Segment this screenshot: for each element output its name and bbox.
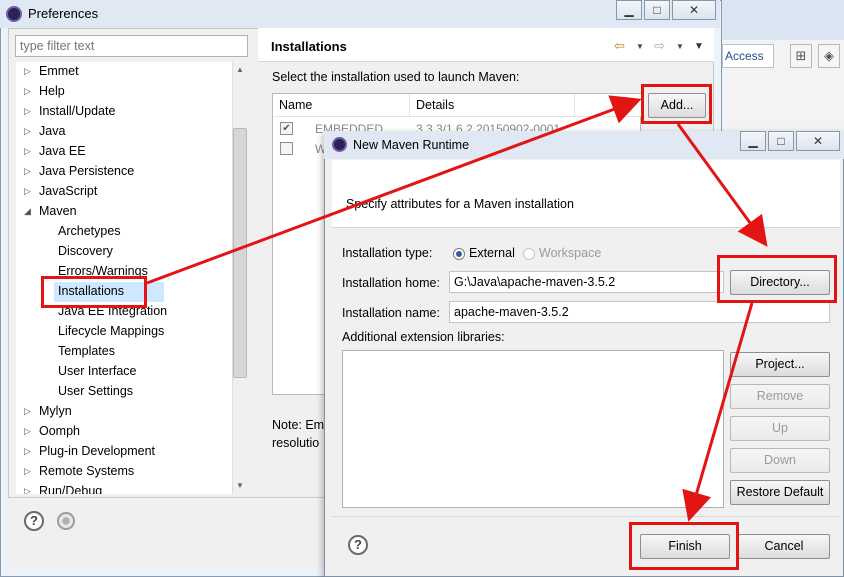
arrow-directory-to-finish xyxy=(682,302,754,522)
arrow-add-to-directory xyxy=(676,123,768,247)
annotation-arrows xyxy=(146,95,768,522)
arrow-installations-to-add xyxy=(146,95,642,285)
